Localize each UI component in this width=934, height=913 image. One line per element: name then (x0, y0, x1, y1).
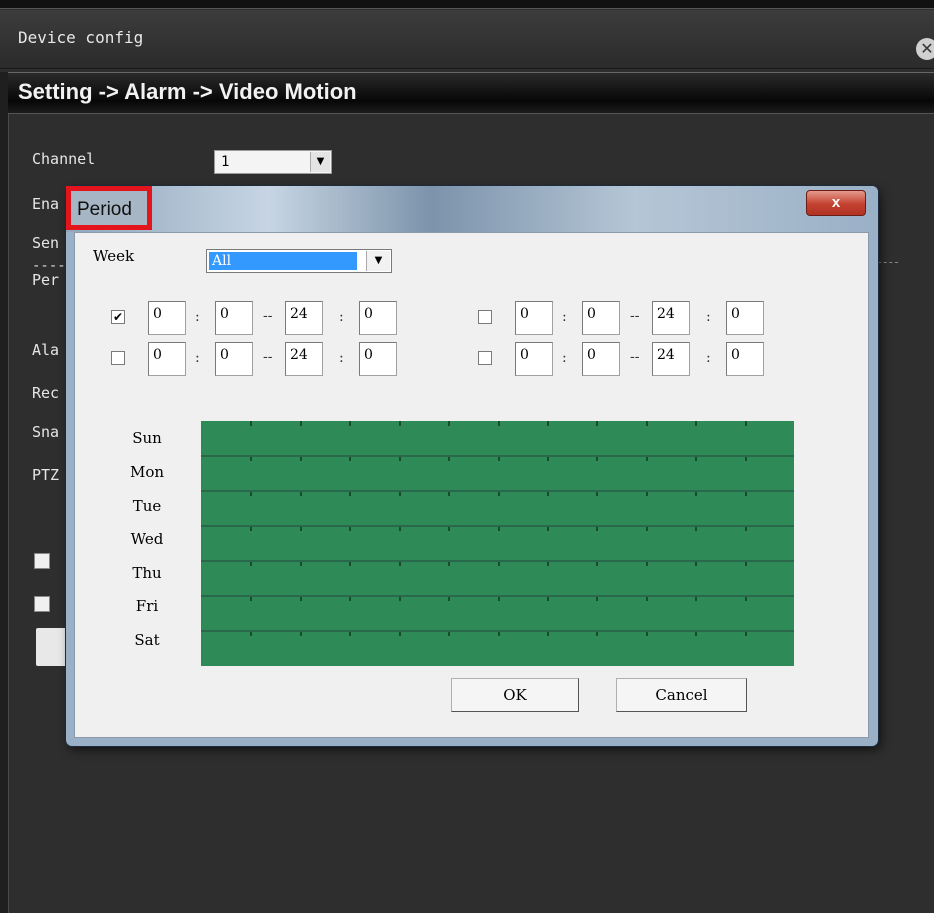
hour-tick (596, 421, 598, 426)
period-checkbox-1[interactable]: ✔ (111, 310, 125, 324)
schedule-row-thu[interactable] (201, 561, 794, 596)
period-end-min-1[interactable]: 0 (359, 301, 397, 335)
window-titlebar: Device config ✕ (0, 10, 934, 69)
period-start-hour-1[interactable]: 0 (148, 301, 186, 335)
dash-separator: -- (263, 308, 273, 324)
period-start-hour-2[interactable]: 0 (515, 301, 553, 335)
label-ptz: PTZ (32, 466, 60, 484)
breadcrumb: Setting -> Alarm -> Video Motion (8, 72, 934, 114)
dash-separator: -- (263, 349, 273, 365)
schedule-row-mon[interactable] (201, 456, 794, 491)
row-divider (201, 595, 794, 597)
row-divider (201, 525, 794, 527)
channel-select[interactable]: 1 ▼ (214, 150, 332, 174)
bg-checkbox-2[interactable] (34, 596, 50, 612)
schedule-row-wed[interactable] (201, 526, 794, 561)
hour-tick (448, 421, 450, 426)
day-thu: Thu (132, 564, 162, 582)
dialog-close-button[interactable]: x (806, 190, 866, 216)
colon-separator: : (195, 350, 200, 366)
row-divider (201, 490, 794, 492)
colon-separator: : (339, 350, 344, 366)
chevron-down-icon[interactable]: ▼ (366, 251, 390, 271)
channel-value: 1 (221, 154, 230, 170)
schedule-row-sun[interactable] (201, 421, 794, 456)
period-checkbox-3[interactable] (111, 351, 125, 365)
week-value: All (209, 252, 357, 270)
hour-tick (498, 421, 500, 426)
label-alarm: Ala (32, 341, 60, 359)
breadcrumb-text: Setting -> Alarm -> Video Motion (18, 79, 357, 104)
dialog-title-highlight: Period (66, 186, 152, 230)
colon-separator: : (562, 309, 567, 325)
day-sun: Sun (132, 429, 162, 447)
schedule-grid[interactable] (201, 421, 794, 666)
dialog-title: Period (77, 199, 132, 220)
schedule-row-fri[interactable] (201, 596, 794, 631)
period-end-min-4[interactable]: 0 (726, 342, 764, 376)
period-start-min-2[interactable]: 0 (582, 301, 620, 335)
schedule-row-sat[interactable] (201, 631, 794, 666)
day-fri: Fri (135, 597, 159, 615)
period-checkbox-4[interactable] (478, 351, 492, 365)
window-close-icon[interactable]: ✕ (916, 38, 934, 60)
cancel-button[interactable]: Cancel (616, 678, 747, 712)
schedule-row-tue[interactable] (201, 491, 794, 526)
dash-separator: -- (630, 308, 640, 324)
row-divider (201, 560, 794, 562)
label-enable: Ena (32, 195, 60, 213)
week-select[interactable]: All ▼ (206, 249, 392, 273)
colon-separator: : (706, 309, 711, 325)
period-end-min-3[interactable]: 0 (359, 342, 397, 376)
period-dialog: Period x Week All ▼ ✔ 0:0 -- 24:0 0:0 -- 24:0 0… (66, 186, 878, 746)
bg-checkbox-1[interactable] (34, 553, 50, 569)
colon-separator: : (339, 309, 344, 325)
hour-tick (745, 421, 747, 426)
label-period: Per (32, 271, 60, 289)
period-end-min-2[interactable]: 0 (726, 301, 764, 335)
chevron-down-icon[interactable]: ▼ (310, 152, 330, 172)
period-checkbox-2[interactable] (478, 310, 492, 324)
day-sat: Sat (134, 631, 160, 649)
label-record: Rec (32, 384, 60, 402)
period-start-min-3[interactable]: 0 (215, 342, 253, 376)
window-title: Device config (18, 28, 144, 47)
hour-tick (300, 421, 302, 426)
week-label: Week (93, 247, 135, 265)
period-start-hour-4[interactable]: 0 (515, 342, 553, 376)
colon-separator: : (706, 350, 711, 366)
label-channel: Channel (32, 150, 96, 168)
period-start-hour-3[interactable]: 0 (148, 342, 186, 376)
period-end-hour-2[interactable]: 24 (652, 301, 690, 335)
dialog-titlebar: Period x (66, 186, 878, 232)
day-mon: Mon (129, 463, 165, 481)
period-end-hour-1[interactable]: 24 (285, 301, 323, 335)
day-wed: Wed (130, 530, 164, 548)
colon-separator: : (562, 350, 567, 366)
hour-tick (399, 421, 401, 426)
dialog-body: Week All ▼ ✔ 0:0 -- 24:0 0:0 -- 24:0 0:0 -- 24:0 0… (74, 232, 869, 738)
period-start-min-1[interactable]: 0 (215, 301, 253, 335)
period-end-hour-3[interactable]: 24 (285, 342, 323, 376)
label-snapshot: Sna (32, 423, 60, 441)
hour-tick (349, 421, 351, 426)
colon-separator: : (195, 309, 200, 325)
left-edge (0, 72, 9, 913)
day-tue: Tue (132, 497, 162, 515)
divider-line (878, 262, 898, 263)
ok-button[interactable]: OK (451, 678, 579, 712)
hour-tick (250, 421, 252, 426)
hour-tick (695, 421, 697, 426)
row-divider (201, 630, 794, 632)
hour-tick (547, 421, 549, 426)
label-sensitivity: Sen (32, 234, 60, 252)
hour-tick (646, 421, 648, 426)
top-strip (0, 0, 934, 9)
row-divider (201, 455, 794, 457)
dash-separator: -- (630, 349, 640, 365)
period-start-min-4[interactable]: 0 (582, 342, 620, 376)
period-end-hour-4[interactable]: 24 (652, 342, 690, 376)
